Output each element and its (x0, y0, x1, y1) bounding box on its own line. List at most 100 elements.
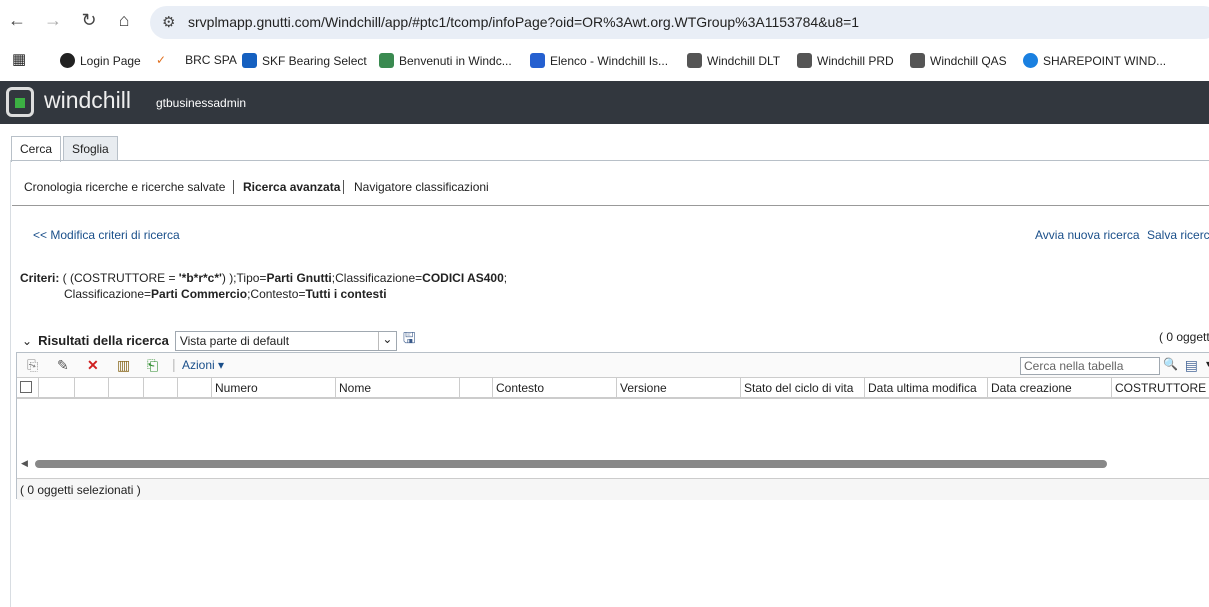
bookmark-label: Elenco - Windchill Is... (550, 53, 669, 68)
criteria-value: Tutti i contesti (305, 287, 387, 301)
bookmark[interactable]: ✓ BRC SPA (156, 53, 237, 67)
divider (12, 205, 1209, 206)
modify-criteria-link[interactable]: << Modifica criteri di ricerca (33, 228, 180, 242)
bookmark-label: Login Page (80, 53, 141, 68)
bookmark[interactable]: Benvenuti in Windc... (379, 53, 512, 68)
url-text[interactable]: srvplmapp.gnutti.com/Windchill/app/#ptc1… (188, 14, 859, 30)
criteria-text: ) );Tipo= (221, 271, 267, 285)
subnav-advanced[interactable]: Ricerca avanzata (243, 180, 340, 194)
horizontal-scrollbar[interactable] (35, 460, 1107, 468)
table-search-input[interactable]: Cerca nella tabella (1020, 357, 1160, 375)
windchill-icon (910, 53, 925, 68)
actions-menu[interactable]: Azioni ▾ (182, 358, 224, 372)
new-search-link[interactable]: Avvia nuova ricerca (1035, 228, 1140, 242)
criteria-text: ;Classificazione= (331, 271, 423, 285)
onedrive-icon (1023, 53, 1038, 68)
search-criteria: Criteri: ( (COSTRUTTORE = '*b*r*c*') );T… (20, 270, 507, 302)
divider: | (172, 356, 176, 372)
bookmark-label: Windchill QAS (930, 53, 1007, 68)
column-numero[interactable]: Numero (212, 378, 336, 399)
chevron-down-icon: ⌄ (377, 331, 396, 350)
criteria-value: Parti Commercio (151, 287, 248, 301)
columns-icon[interactable]: ▤ (1185, 357, 1198, 374)
bookmark[interactable]: Windchill QAS (910, 53, 1007, 68)
results-header: ⌄ Risultati della ricerca Vista parte di… (22, 328, 416, 353)
table-toolbar: ⎘ ✎ ✕ ▥ ⎗ | Azioni ▾ Cerca nella tabella… (17, 353, 1209, 378)
column-header (75, 378, 109, 399)
bookmark-label: Windchill PRD (817, 53, 894, 68)
collapse-chevron-icon[interactable]: ⌄ (22, 334, 32, 348)
forward-icon[interactable]: → (41, 10, 65, 31)
browser-chrome: ← → ↻ ⌂ ⚙ srvplmapp.gnutti.com/Windchill… (0, 0, 1209, 81)
bookmark[interactable]: Login Page (60, 53, 141, 68)
edit-icon[interactable]: ✎ (57, 357, 69, 374)
criteria-value: Parti Gnutti (266, 271, 332, 285)
bookmark[interactable]: Windchill DLT (687, 53, 780, 68)
reload-icon[interactable]: ↻ (77, 10, 101, 31)
bookmark[interactable]: SKF Bearing Select (242, 53, 367, 68)
bookmark[interactable]: Elenco - Windchill Is... (530, 53, 668, 68)
search-icon[interactable]: 🔍 (1163, 357, 1178, 371)
divider (343, 180, 344, 194)
check-icon: ✓ (156, 53, 167, 67)
actions-label: Azioni (182, 358, 215, 372)
divider (10, 160, 1209, 161)
results-count: ( 0 oggetti ) (1159, 330, 1209, 344)
column-nome[interactable]: Nome (336, 378, 460, 399)
column-header (39, 378, 75, 399)
save-view-icon[interactable]: 🖫 (403, 328, 416, 353)
column-costruttore[interactable]: COSTRUTTORE (1112, 378, 1209, 399)
tab-sfoglia[interactable]: Sfoglia (63, 136, 118, 161)
delete-icon[interactable]: ✕ (87, 357, 99, 374)
copy-icon[interactable]: ⎘ (27, 357, 38, 374)
column-data-modifica[interactable]: Data ultima modifica (865, 378, 988, 399)
view-select-value: Vista parte di default (179, 333, 290, 348)
apps-icon[interactable]: ▦ (12, 50, 26, 68)
subnav-history[interactable]: Cronologia ricerche e ricerche salvate (24, 180, 225, 194)
scroll-left-icon[interactable]: ◀ (21, 458, 28, 469)
table-header: Numero Nome Contesto Versione Stato del … (17, 378, 1209, 399)
insert-icon[interactable]: ▥ (117, 357, 130, 374)
divider (233, 180, 234, 194)
criteria-text: ( (COSTRUTTORE = (59, 271, 179, 285)
site-settings-icon[interactable]: ⚙ (162, 13, 175, 31)
windchill-icon (797, 53, 812, 68)
bookmark-label: Benvenuti in Windc... (399, 53, 512, 68)
criteria-text: Classificazione= (64, 287, 152, 301)
select-all-checkbox[interactable] (20, 381, 32, 393)
search-placeholder: Cerca nella tabella (1024, 359, 1124, 373)
selected-count: ( 0 oggetti selezionati ) (20, 483, 141, 497)
table-footer: ( 0 oggetti selezionati ) (17, 478, 1209, 500)
column-header (460, 378, 493, 399)
user-name[interactable]: gtbusinessadmin (156, 96, 246, 110)
divider (10, 160, 11, 607)
column-data-creazione[interactable]: Data creazione (988, 378, 1112, 399)
save-search-link[interactable]: Salva ricerca (1147, 228, 1209, 242)
windchill-logo-icon[interactable] (6, 87, 34, 117)
bookmark-label: SHAREPOINT WIND... (1043, 53, 1167, 68)
column-versione[interactable]: Versione (617, 378, 741, 399)
tab-cerca[interactable]: Cerca (11, 136, 62, 162)
column-contesto[interactable]: Contesto (493, 378, 617, 399)
subnav-classification[interactable]: Navigatore classificazioni (354, 180, 489, 194)
criteria-label: Criteri: (20, 271, 60, 285)
bookmark-label: SKF Bearing Select (262, 53, 367, 68)
home-icon[interactable]: ⌂ (112, 10, 136, 31)
view-select[interactable]: Vista parte di default ⌄ (174, 330, 397, 351)
app-header: windchill gtbusinessadmin (0, 81, 1209, 124)
address-bar[interactable]: ⚙ srvplmapp.gnutti.com/Windchill/app/#pt… (150, 6, 1209, 39)
back-icon[interactable]: ← (5, 10, 29, 31)
app-name: windchill (44, 87, 131, 113)
criteria-value: '*b*r*c*' (178, 271, 222, 285)
column-header (109, 378, 144, 399)
bookmark[interactable]: Windchill PRD (797, 53, 894, 68)
column-header (178, 378, 212, 399)
criteria-value: CODICI AS400 (422, 271, 504, 285)
column-stato[interactable]: Stato del ciclo di vita (741, 378, 865, 399)
bookmark[interactable]: SHAREPOINT WIND... (1023, 53, 1166, 68)
results-title: Risultati della ricerca (38, 333, 169, 348)
paste-icon[interactable]: ⎗ (147, 357, 158, 374)
criteria-text: ; (503, 271, 508, 285)
skf-icon (242, 53, 257, 68)
bookmark-label: BRC SPA (185, 53, 237, 67)
